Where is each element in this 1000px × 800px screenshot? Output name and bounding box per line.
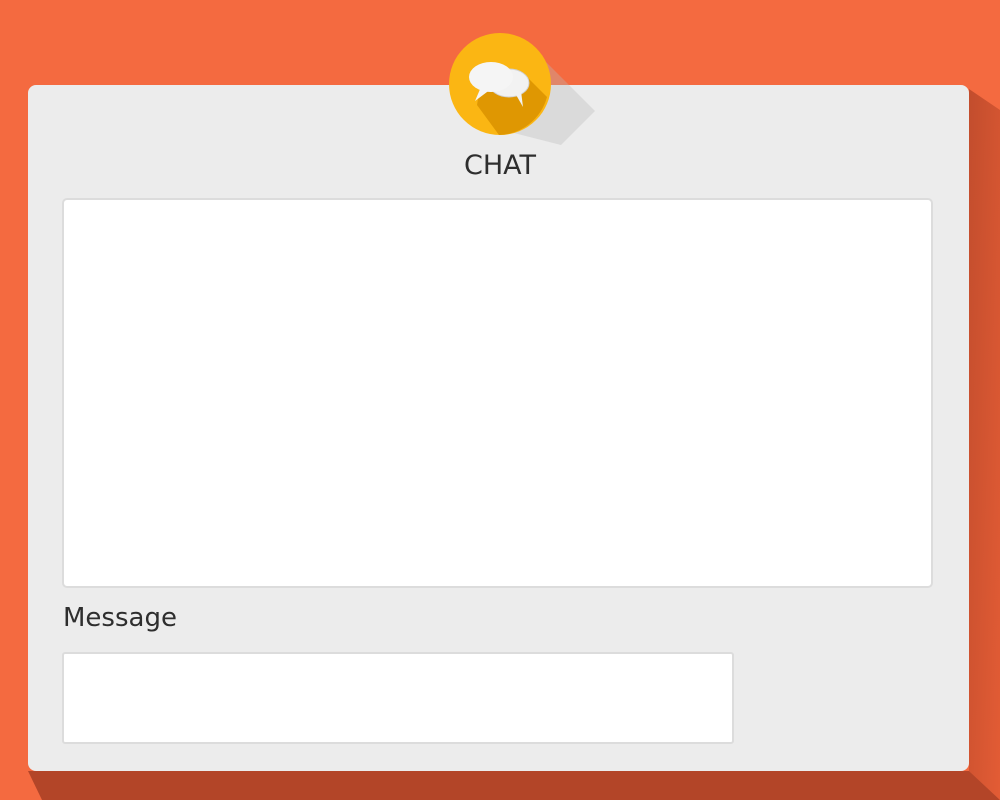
chat-bubbles-icon [449,33,595,145]
chat-log-panel[interactable] [62,198,933,588]
message-label: Message [63,603,177,633]
chat-title: CHAT [463,150,537,181]
message-input[interactable] [62,652,734,744]
